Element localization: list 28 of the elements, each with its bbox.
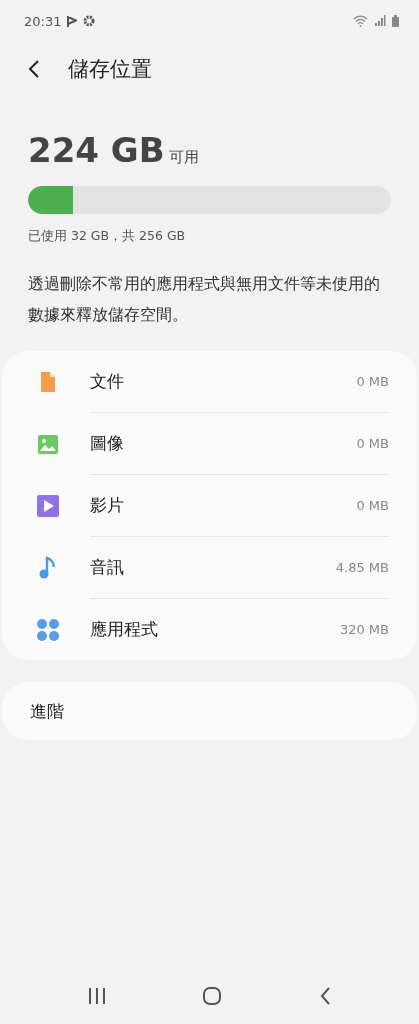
advanced-item[interactable]: 進階 [2, 682, 417, 740]
wifi-icon [353, 15, 368, 27]
category-label[interactable]: 圖像 [90, 432, 124, 455]
available-storage: 224 GB [28, 130, 165, 170]
category-size: 4.85 MB [335, 560, 389, 575]
category-label[interactable]: 文件 [90, 370, 124, 393]
apps-icon [36, 617, 60, 642]
category-size: 320 MB [339, 622, 389, 637]
category-size: 0 MB [356, 374, 389, 389]
gear-icon [83, 15, 96, 27]
play-icon [36, 493, 60, 518]
category-size: 0 MB [356, 436, 389, 451]
flag-icon [67, 15, 78, 27]
description: 透過刪除不常用的應用程式與無用文件等未使用的數據來釋放儲存空間。 [27, 274, 381, 326]
category-label[interactable]: 影片 [90, 494, 124, 517]
usage-text: 已使用 32 GB，共 256 GB [27, 227, 187, 245]
category-size: 0 MB [356, 498, 389, 513]
home-icon[interactable] [202, 986, 223, 1006]
signal-icon [374, 15, 386, 27]
recents-icon[interactable] [88, 988, 107, 1004]
available-label: 可用 [168, 148, 199, 167]
back-icon[interactable] [318, 987, 331, 1005]
clock: 20:31 [24, 13, 62, 29]
category-label[interactable]: 應用程式 [90, 618, 158, 641]
category-label[interactable]: 音訊 [90, 556, 124, 579]
page-title: 儲存位置 [68, 56, 152, 83]
battery-icon [392, 15, 399, 27]
back-icon[interactable] [28, 59, 40, 79]
